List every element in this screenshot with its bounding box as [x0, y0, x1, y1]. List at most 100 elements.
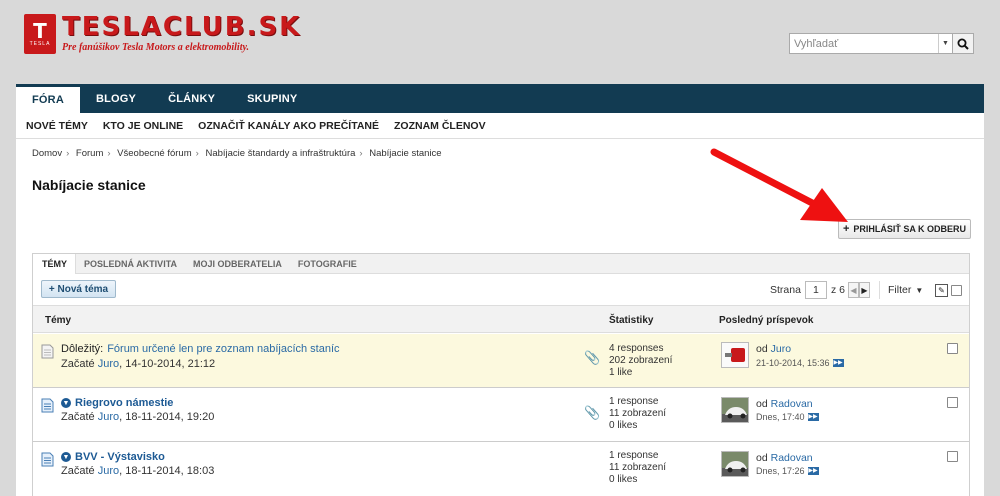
header-topics[interactable]: Témy: [45, 315, 71, 326]
table-header: Témy Štatistiky Posledný príspevok: [33, 305, 969, 333]
last-post-author[interactable]: Juro: [771, 343, 791, 355]
filter-dropdown[interactable]: Filter ▼: [879, 281, 923, 299]
badge-text: TESLA: [29, 40, 51, 47]
prev-page-icon[interactable]: ◀: [847, 282, 859, 298]
row-checkbox[interactable]: [947, 397, 958, 408]
last-post-author[interactable]: Radovan: [771, 398, 813, 410]
new-topic-button[interactable]: + Nová téma: [41, 280, 116, 298]
badge-letter: T: [33, 18, 47, 43]
sticky-prefix: Dôležitý:: [61, 343, 104, 355]
topic-stats: 1 response 11 zobrazení 0 likes: [609, 450, 666, 486]
stat-likes: 0 likes: [609, 420, 638, 431]
table-row: ▼ Riegrovo námestie Začaté Juro, 18-11-2…: [33, 389, 969, 442]
topic-title[interactable]: Riegrovo námestie: [75, 397, 173, 409]
row-checkbox[interactable]: [947, 343, 958, 354]
row-checkbox[interactable]: [947, 451, 958, 462]
page-label: Strana: [770, 284, 801, 296]
stat-views: 11 zobrazení: [609, 408, 667, 419]
edit-tool-icon[interactable]: ✎: [935, 284, 948, 297]
site-header: T TESLA TESLACLUB.SK Pre fanúšikov Tesla…: [0, 0, 1000, 84]
next-page-icon[interactable]: ▶: [858, 282, 870, 298]
logo-subtitle: Pre fanúšikov Tesla Motors a elektromobi…: [62, 42, 250, 53]
last-by-label: od: [756, 398, 768, 410]
jump-to-post-icon[interactable]: ▶▶: [807, 413, 819, 421]
started-label: Začaté: [61, 358, 95, 370]
page-total: z 6: [830, 284, 845, 296]
table-row: Dôležitý: Fórum určené len pre zoznam na…: [33, 334, 969, 388]
tab-bar: TÉMY POSLEDNÁ AKTIVITA MOJI ODBERATELIA …: [33, 254, 969, 274]
caret-down-icon: ▼: [915, 285, 924, 295]
last-by-label: od: [756, 452, 768, 464]
topic-title[interactable]: BVV - Výstavisko: [75, 451, 165, 463]
logo-title: TESLACLUB.SK: [62, 12, 302, 42]
last-post-date: Dnes, 17:40: [756, 412, 805, 422]
topic-author[interactable]: Juro: [98, 358, 119, 370]
topic-date: , 18-11-2014, 18:03: [119, 465, 215, 477]
site-logo[interactable]: T TESLA TESLACLUB.SK Pre fanúšikov Tesla…: [24, 14, 301, 54]
tab-photos[interactable]: FOTOGRAFIE: [290, 254, 365, 273]
subnav-new-topics[interactable]: NOVÉ TÉMY: [26, 120, 88, 132]
jump-to-post-icon[interactable]: ▶▶: [832, 359, 844, 367]
select-all-checkbox[interactable]: [951, 285, 962, 296]
header-last-post[interactable]: Posledný príspevok: [719, 315, 813, 326]
go-to-first-new-icon[interactable]: ▼: [61, 452, 71, 462]
breadcrumb-current: Nabíjacie stanice: [369, 148, 442, 159]
topic-title[interactable]: Fórum určené len pre zoznam nabíjacích s…: [107, 343, 339, 355]
nav-groups[interactable]: SKUPINY: [231, 84, 313, 113]
chevron-down-icon[interactable]: ▼: [938, 34, 952, 53]
topic-author[interactable]: Juro: [98, 465, 119, 477]
last-post-date: 21-10-2014, 15:36: [756, 358, 830, 368]
topics-toolbar: + Nová téma Strana 1 z 6 ◀ ▶ Filter ▼ ✎: [33, 275, 969, 305]
tab-latest-activity[interactable]: POSLEDNÁ AKTIVITA: [76, 254, 185, 273]
search-button[interactable]: [953, 33, 974, 54]
avatar[interactable]: [721, 451, 749, 477]
tab-topics[interactable]: TÉMY: [33, 254, 77, 274]
avatar-plug-icon: [722, 343, 748, 367]
go-to-first-new-icon[interactable]: ▼: [61, 398, 71, 408]
search-bar: Vyhľadať ▼: [789, 33, 974, 54]
breadcrumb-charging-standards[interactable]: Nabíjacie štandardy a infraštruktúra: [205, 148, 355, 159]
breadcrumb-home[interactable]: Domov: [32, 148, 62, 159]
avatar[interactable]: [721, 342, 749, 368]
avatar[interactable]: [721, 397, 749, 423]
breadcrumb-separator: ›: [359, 148, 363, 159]
topic-stats: 1 response 11 zobrazení 0 likes: [609, 396, 666, 432]
subnav-mark-read[interactable]: OZNAČIŤ KANÁLY AKO PREČÍTANÉ: [198, 120, 379, 132]
jump-to-post-icon[interactable]: ▶▶: [807, 467, 819, 475]
document-icon: [41, 398, 54, 413]
stat-responses: 4 responses: [609, 343, 664, 354]
page-input[interactable]: 1: [804, 281, 827, 299]
started-label: Začaté: [61, 465, 95, 477]
subnav-who-online[interactable]: KTO JE ONLINE: [103, 120, 183, 132]
stat-likes: 0 likes: [609, 474, 638, 485]
pagination: Strana 1 z 6 ◀ ▶: [770, 281, 870, 299]
breadcrumb-separator: ›: [195, 148, 199, 159]
nav-articles[interactable]: ČLÁNKY: [152, 84, 231, 113]
nav-blogs[interactable]: BLOGY: [80, 84, 152, 113]
main-nav: FÓRA BLOGY ČLÁNKY SKUPINY: [16, 84, 984, 113]
nav-forums[interactable]: FÓRA: [16, 84, 80, 113]
started-label: Začaté: [61, 411, 95, 423]
document-icon: [41, 452, 54, 467]
last-by-label: od: [756, 343, 768, 355]
stat-responses: 1 response: [609, 396, 659, 407]
search-placeholder: Vyhľadať: [794, 37, 839, 50]
annotation-arrow-icon: [710, 148, 848, 222]
topic-author[interactable]: Juro: [98, 411, 119, 423]
stat-responses: 1 response: [609, 450, 659, 461]
subnav-members[interactable]: ZOZNAM ČLENOV: [394, 120, 486, 132]
tab-subscribers[interactable]: MOJI ODBERATELIA: [185, 254, 290, 273]
last-post-author[interactable]: Radovan: [771, 452, 813, 464]
subscribe-label: PRIHLÁSIŤ SA K ODBERU: [853, 224, 967, 234]
topic-date: , 14-10-2014, 21:12: [119, 358, 216, 370]
page-title: Nabíjacie stanice: [32, 177, 146, 193]
breadcrumb-forum[interactable]: Forum: [76, 148, 103, 159]
paperclip-icon: 📎: [584, 350, 601, 365]
tesla-badge-icon: T TESLA: [24, 14, 56, 54]
search-input[interactable]: Vyhľadať ▼: [789, 33, 953, 54]
stat-views: 11 zobrazení: [609, 462, 667, 473]
breadcrumb-separator: ›: [107, 148, 111, 159]
breadcrumb-general[interactable]: Všeobecné fórum: [117, 148, 191, 159]
header-stats[interactable]: Štatistiky: [609, 315, 653, 326]
last-post-date: Dnes, 17:26: [756, 466, 805, 476]
